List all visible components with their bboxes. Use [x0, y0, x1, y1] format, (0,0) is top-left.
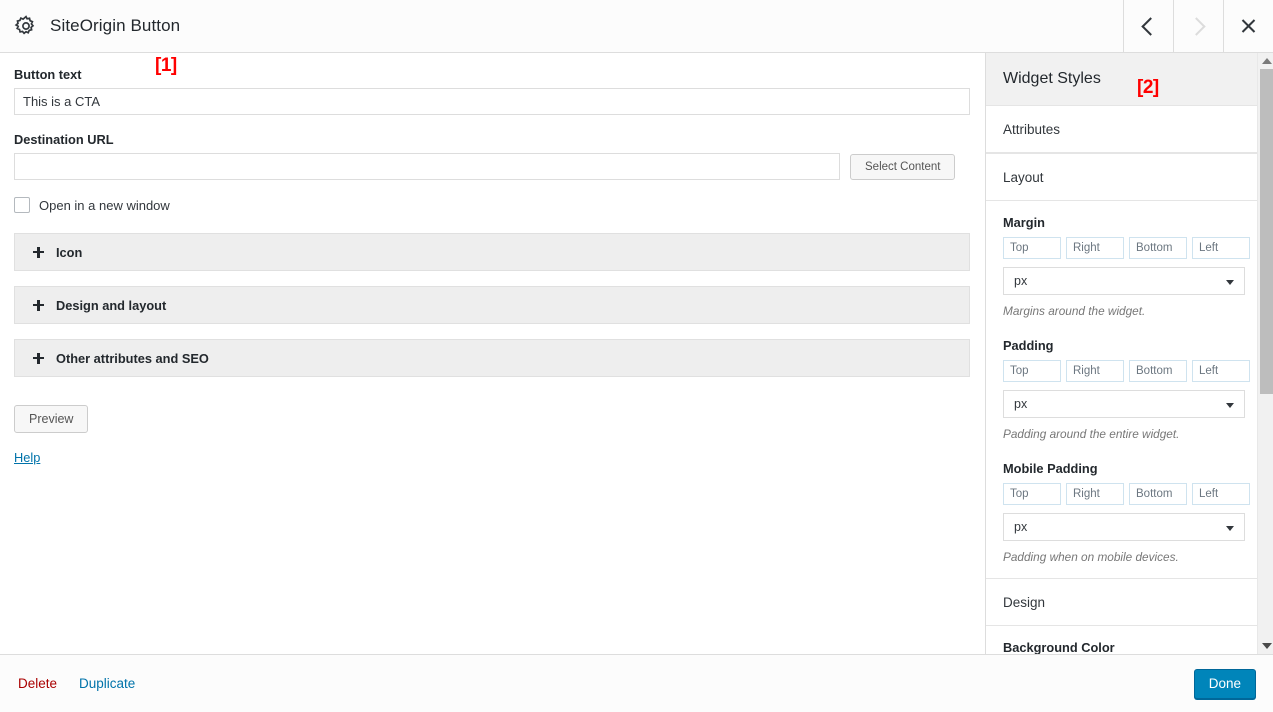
margin-unit-value: px	[1014, 274, 1028, 288]
chevron-down-icon	[1226, 403, 1234, 408]
select-content-button[interactable]: Select Content	[850, 153, 956, 180]
destination-url-input[interactable]	[14, 153, 840, 180]
gear-icon	[14, 14, 38, 38]
accordion-label: Design and layout	[56, 297, 167, 313]
titlebar-actions	[1123, 0, 1273, 52]
mobile-padding-label: Mobile Padding	[1003, 461, 1098, 476]
duplicate-link[interactable]: Duplicate	[79, 676, 135, 691]
section-label: Design	[1003, 594, 1046, 610]
chevron-down-icon	[1226, 280, 1234, 285]
destination-url-label: Destination URL	[14, 132, 114, 147]
form-accordion: Icon Design and layout Other attributes …	[14, 233, 970, 377]
titlebar-left: SiteOrigin Button	[0, 0, 1123, 52]
dialog-footer: Delete Duplicate Done	[0, 654, 1273, 712]
footer-actions-right: Done	[1193, 668, 1273, 699]
widget-editor-dialog: SiteOrigin Button Button text Destinatio…	[0, 0, 1273, 712]
scroll-up-arrow-icon[interactable]	[1262, 58, 1272, 64]
margin-group: Margin px Margins around the widget.	[1003, 215, 1250, 318]
scrollbar-thumb[interactable]	[1260, 69, 1273, 394]
next-widget-button[interactable]	[1173, 0, 1223, 52]
margin-bottom-input[interactable]	[1129, 237, 1187, 259]
styles-section-design[interactable]: Design	[986, 578, 1258, 626]
chevron-right-icon	[1187, 16, 1206, 36]
margin-fields	[1003, 237, 1250, 259]
padding-left-input[interactable]	[1192, 360, 1250, 382]
padding-hint: Padding around the entire widget.	[1003, 427, 1180, 441]
delete-link[interactable]: Delete	[18, 676, 57, 691]
chevron-left-icon	[1141, 16, 1160, 36]
close-dialog-button[interactable]	[1223, 0, 1273, 52]
padding-top-input[interactable]	[1003, 360, 1061, 382]
annotation-marker-1: [1]	[155, 55, 177, 76]
help-link[interactable]: Help	[14, 450, 40, 465]
mobile-padding-fields	[1003, 483, 1250, 505]
accordion-section-icon[interactable]: Icon	[14, 233, 970, 271]
footer-actions-left: Delete Duplicate	[0, 676, 135, 691]
mobile-padding-group: Mobile Padding px Padding when on mobile…	[1003, 461, 1250, 564]
accordion-section-other-attributes-and-seo[interactable]: Other attributes and SEO	[14, 339, 970, 377]
padding-right-input[interactable]	[1066, 360, 1124, 382]
margin-left-input[interactable]	[1192, 237, 1250, 259]
padding-bottom-input[interactable]	[1129, 360, 1187, 382]
preview-button[interactable]: Preview	[14, 405, 89, 433]
widget-form-panel: Button text Destination URL Select Conte…	[0, 53, 984, 654]
accordion-label: Icon	[56, 244, 83, 260]
margin-unit-select[interactable]: px	[1003, 267, 1245, 295]
done-button[interactable]: Done	[1193, 668, 1256, 699]
styles-section-attributes[interactable]: Attributes	[986, 105, 1258, 153]
widget-styles-panel: Widget Styles Attributes Layout Margin T…	[985, 53, 1273, 654]
background-color-label: Background Color	[986, 626, 1258, 654]
margin-hint: Margins around the widget.	[1003, 304, 1146, 318]
chevron-down-icon	[1226, 526, 1234, 531]
section-label: Attributes	[1003, 121, 1061, 137]
close-icon	[1241, 19, 1256, 34]
widget-styles-header: Widget Styles	[986, 53, 1258, 105]
styles-section-layout[interactable]: Layout	[986, 153, 1258, 201]
dialog-title: SiteOrigin Button	[50, 16, 181, 35]
sidebar-scrollbar[interactable]	[1257, 53, 1273, 654]
annotation-marker-2: [2]	[1137, 77, 1159, 98]
padding-label: Padding	[1003, 338, 1054, 353]
mobile-padding-left-input[interactable]	[1192, 483, 1250, 505]
padding-group: Padding px Padding around the entire wid…	[1003, 338, 1250, 441]
widget-styles-title: Widget Styles	[1003, 70, 1101, 87]
button-text-input[interactable]	[14, 88, 970, 115]
scroll-down-arrow-icon[interactable]	[1262, 643, 1272, 649]
section-label: Layout	[1003, 169, 1044, 185]
previous-widget-button[interactable]	[1123, 0, 1173, 52]
mobile-padding-top-input[interactable]	[1003, 483, 1061, 505]
mobile-padding-unit-select[interactable]: px	[1003, 513, 1245, 541]
plus-icon	[33, 299, 44, 311]
margin-top-input[interactable]	[1003, 237, 1061, 259]
mobile-padding-right-input[interactable]	[1066, 483, 1124, 505]
margin-label: Margin	[1003, 215, 1045, 230]
destination-url-row: Select Content	[14, 153, 970, 180]
padding-unit-select[interactable]: px	[1003, 390, 1245, 418]
accordion-section-design-and-layout[interactable]: Design and layout	[14, 286, 970, 324]
accordion-label: Other attributes and SEO	[56, 350, 209, 366]
open-new-window-row: Open in a new window	[14, 197, 970, 213]
widget-styles-scroll-content: Widget Styles Attributes Layout Margin T…	[986, 53, 1258, 654]
padding-fields	[1003, 360, 1250, 382]
plus-icon	[33, 246, 44, 258]
padding-unit-value: px	[1014, 397, 1028, 411]
mobile-padding-bottom-input[interactable]	[1129, 483, 1187, 505]
plus-icon	[33, 352, 44, 364]
open-new-window-checkbox[interactable]	[14, 197, 30, 213]
dialog-titlebar: SiteOrigin Button	[0, 0, 1273, 53]
margin-right-input[interactable]	[1066, 237, 1124, 259]
mobile-padding-unit-value: px	[1014, 520, 1028, 534]
mobile-padding-hint: Padding when on mobile devices.	[1003, 550, 1179, 564]
open-new-window-label: Open in a new window	[39, 197, 170, 213]
layout-section-body: Margin px Margins around the widget.	[986, 201, 1258, 578]
